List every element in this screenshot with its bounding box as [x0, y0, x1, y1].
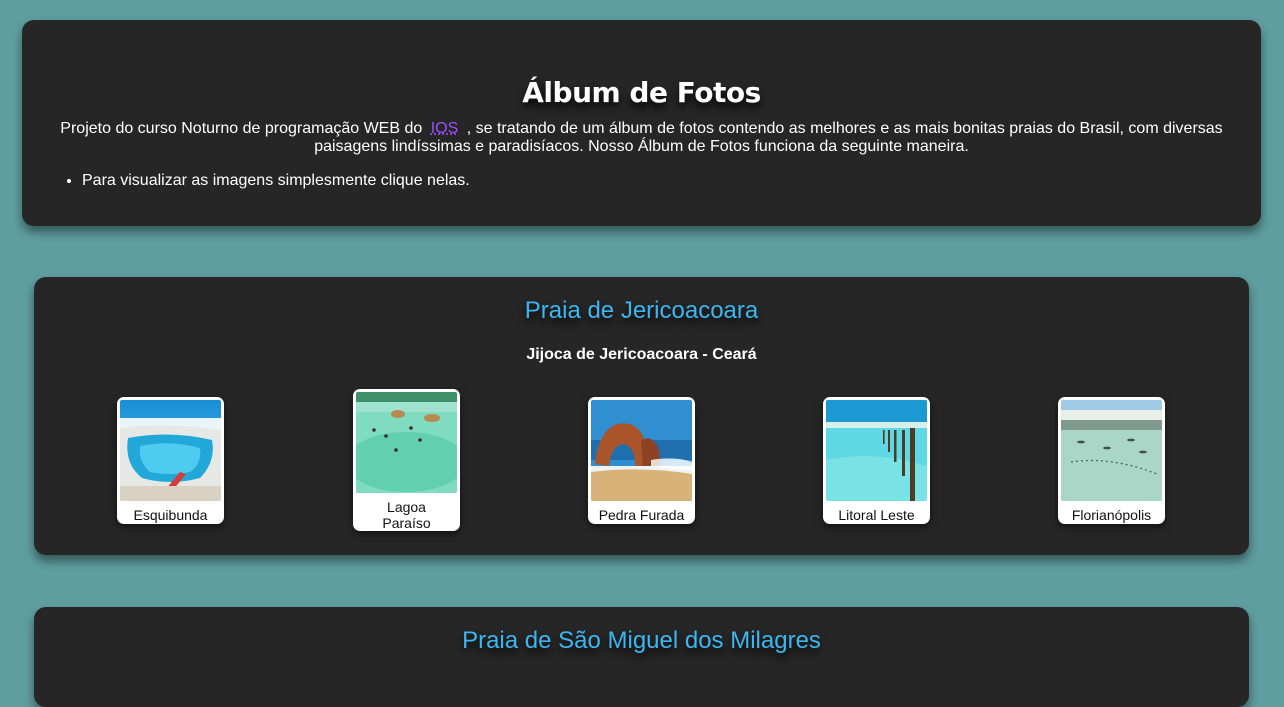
- instruction-item: Para visualizar as imagens simplesmente …: [82, 172, 470, 190]
- beach-boats-photo[interactable]: [1061, 400, 1162, 501]
- ios-link[interactable]: IOS: [427, 120, 463, 137]
- photo-card-lagoa-paraiso[interactable]: Lagoa Paraíso: [353, 389, 460, 531]
- section-title: Praia de São Miguel dos Milagres: [462, 627, 821, 654]
- photo-caption: Litoral Leste: [838, 507, 915, 523]
- photo-caption: Lagoa Paraíso: [382, 499, 431, 531]
- photo-gallery: Esquibunda Lagoa Paraíso Pedra Furada Li…: [34, 277, 1249, 555]
- section-jericoacoara: Praia de Jericoacoara Jijoca de Jericoac…: [34, 277, 1249, 555]
- photo-caption: Pedra Furada: [598, 507, 685, 523]
- photo-card-florianopolis[interactable]: Florianópolis: [1058, 397, 1165, 524]
- intro-text-start: Projeto do curso Noturno de programação …: [60, 120, 423, 137]
- photo-caption: Esquibunda: [133, 507, 208, 523]
- rock-arch-photo[interactable]: [591, 400, 692, 501]
- photo-card-esquibunda[interactable]: Esquibunda: [117, 397, 224, 524]
- instructions-list: Para visualizar as imagens simplesmente …: [42, 172, 470, 190]
- page-title: Álbum de Fotos: [522, 76, 761, 109]
- header-card: Álbum de Fotos Projeto do curso Noturno …: [22, 20, 1261, 226]
- photo-card-pedra-furada[interactable]: Pedra Furada: [588, 397, 695, 524]
- photo-card-litoral-leste[interactable]: Litoral Leste: [823, 397, 930, 524]
- photo-caption: Florianópolis: [1071, 507, 1152, 523]
- beach-dune-lagoon-photo[interactable]: [120, 400, 221, 501]
- lagoon-hammocks-photo[interactable]: [356, 392, 457, 493]
- section-sao-miguel: Praia de São Miguel dos Milagres: [34, 607, 1249, 707]
- coast-posts-photo[interactable]: [826, 400, 927, 501]
- intro-text: Projeto do curso Noturno de programação …: [50, 120, 1233, 156]
